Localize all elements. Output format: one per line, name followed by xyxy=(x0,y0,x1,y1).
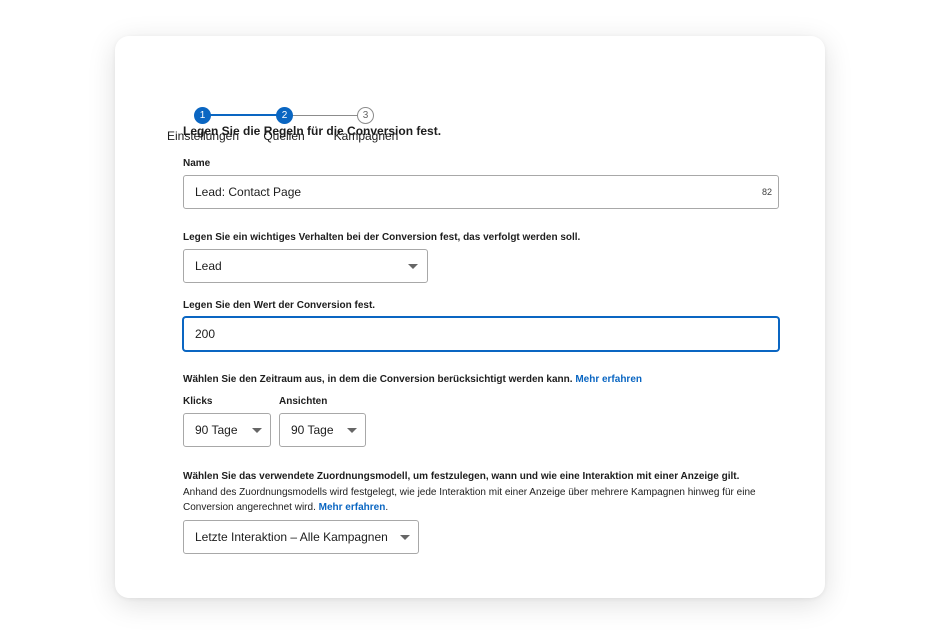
conversion-value-input-value: 200 xyxy=(195,327,216,341)
conversion-value-input[interactable]: 200 xyxy=(183,317,779,351)
step-2-circle[interactable]: 2 xyxy=(276,107,293,124)
attribution-description: Anhand des Zuordnungsmodells wird festge… xyxy=(183,485,803,515)
views-window-value: 90 Tage xyxy=(291,423,334,437)
attribution-description-line-1: Anhand des Zuordnungsmodells wird festge… xyxy=(183,487,756,498)
views-window-select[interactable]: 90 Tage xyxy=(279,413,366,447)
attribution-model-value: Letzte Interaktion – Alle Kampagnen xyxy=(195,530,388,544)
conversion-value-label: Legen Sie den Wert der Conversion fest. xyxy=(183,300,376,311)
behavior-select[interactable]: Lead xyxy=(183,249,428,283)
behavior-label: Legen Sie ein wichtiges Verhalten bei de… xyxy=(183,232,581,243)
conversion-window-label: Wählen Sie den Zeitraum aus, in dem die … xyxy=(183,374,642,385)
chevron-down-icon xyxy=(408,264,418,269)
attribution-model-select[interactable]: Letzte Interaktion – Alle Kampagnen xyxy=(183,520,419,554)
name-input-value: Lead: Contact Page xyxy=(195,185,302,199)
conversion-window-text: Wählen Sie den Zeitraum aus, in dem die … xyxy=(183,374,573,385)
clicks-window-select[interactable]: 90 Tage xyxy=(183,413,271,447)
attribution-label: Wählen Sie das verwendete Zuordnungsmode… xyxy=(183,471,740,482)
chevron-down-icon xyxy=(252,428,262,433)
attribution-description-text: Conversion angerechnet wird. xyxy=(183,502,316,513)
chevron-down-icon xyxy=(400,535,410,540)
conversion-window-learn-more-link[interactable]: Mehr erfahren xyxy=(575,374,642,385)
behavior-select-value: Lead xyxy=(195,259,222,273)
attribution-description-line-2: Conversion angerechnet wird. Mehr erfahr… xyxy=(183,500,803,515)
attribution-learn-more-link[interactable]: Mehr erfahren xyxy=(319,502,386,513)
step-connector-1-2 xyxy=(208,114,285,116)
step-3-circle[interactable]: 3 xyxy=(357,107,374,124)
attribution-period: . xyxy=(385,502,389,513)
clicks-label: Klicks xyxy=(183,396,213,407)
conversion-settings-card: 1 2 3 Einstellungen Quellen Kampagnen Le… xyxy=(115,36,825,598)
chevron-down-icon xyxy=(347,428,357,433)
name-label: Name xyxy=(183,158,211,169)
character-counter: 82 xyxy=(761,187,772,197)
name-input[interactable]: Lead: Contact Page 82 xyxy=(183,175,779,209)
clicks-window-value: 90 Tage xyxy=(195,423,238,437)
step-1-circle[interactable]: 1 xyxy=(194,107,211,124)
form-heading: Legen Sie die Regeln für die Conversion … xyxy=(183,124,442,138)
views-label: Ansichten xyxy=(279,396,328,407)
step-connector-2-3 xyxy=(292,115,358,116)
